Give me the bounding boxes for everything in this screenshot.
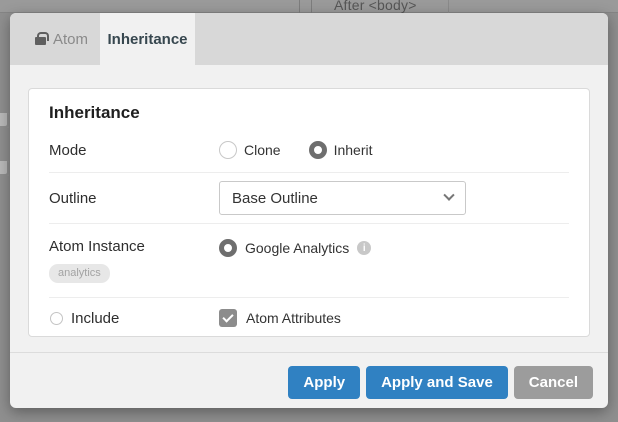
tab-atom-label: Atom (53, 31, 88, 48)
background-table-line (448, 0, 449, 13)
outline-label: Outline (49, 190, 219, 207)
outline-select[interactable]: Base Outline (219, 181, 466, 215)
info-icon[interactable]: i (357, 241, 371, 255)
document-icon (0, 161, 9, 176)
modal-footer: Apply Apply and Save Cancel (10, 352, 608, 408)
include-option[interactable]: Include (49, 310, 219, 327)
mode-radio-group: Clone Inherit (219, 141, 373, 159)
modal-tab-bar: Atom Inheritance (10, 13, 608, 65)
cancel-button[interactable]: Cancel (514, 366, 593, 399)
atom-instance-label-column: Atom Instance analytics (49, 238, 219, 283)
inheritance-panel: Inheritance Mode Clone Inherit Outl (28, 88, 590, 337)
mode-label: Mode (49, 142, 219, 159)
google-analytics-label: Google Analytics (245, 240, 349, 256)
chevron-down-icon (443, 190, 454, 201)
radio-unselected-icon[interactable] (50, 312, 63, 325)
apply-and-save-button[interactable]: Apply and Save (366, 366, 508, 399)
document-icon (0, 113, 9, 128)
atom-instance-label: Atom Instance (49, 238, 219, 255)
background-table-line (299, 0, 300, 13)
include-label: Include (71, 310, 119, 327)
checkbox-checked-icon[interactable] (219, 309, 237, 327)
mode-option-clone[interactable]: Clone (219, 141, 281, 159)
tab-inheritance-label: Inheritance (108, 31, 188, 48)
atom-attributes-option[interactable]: Atom Attributes (219, 309, 341, 327)
tab-inheritance[interactable]: Inheritance (100, 13, 195, 65)
mode-row: Mode Clone Inherit (49, 129, 569, 173)
panel-title: Inheritance (49, 101, 569, 129)
outline-select-value: Base Outline (232, 190, 318, 207)
mode-inherit-label: Inherit (334, 142, 373, 158)
tab-atom[interactable]: Atom (10, 13, 100, 65)
atom-attributes-label: Atom Attributes (246, 310, 341, 326)
outline-row: Outline Base Outline (49, 173, 569, 224)
inheritance-modal: Atom Inheritance Inheritance Mode Clone … (10, 13, 608, 408)
radio-selected-icon[interactable] (219, 239, 237, 257)
analytics-badge: analytics (49, 264, 110, 283)
radio-selected-icon[interactable] (309, 141, 327, 159)
modal-body: Inheritance Mode Clone Inherit Outl (10, 65, 608, 352)
mode-option-inherit[interactable]: Inherit (309, 141, 373, 159)
include-row: Include Atom Attributes (49, 298, 569, 327)
atom-instance-option-google-analytics[interactable]: Google Analytics i (219, 239, 371, 257)
background-after-body-label: After <body> (334, 0, 417, 13)
background-header-strip (0, 0, 618, 13)
apply-button[interactable]: Apply (288, 366, 360, 399)
radio-unselected-icon[interactable] (219, 141, 237, 159)
atom-instance-row: Atom Instance analytics Google Analytics… (49, 224, 569, 298)
lock-icon (35, 37, 46, 45)
background-table-line (311, 0, 312, 13)
mode-clone-label: Clone (244, 142, 281, 158)
